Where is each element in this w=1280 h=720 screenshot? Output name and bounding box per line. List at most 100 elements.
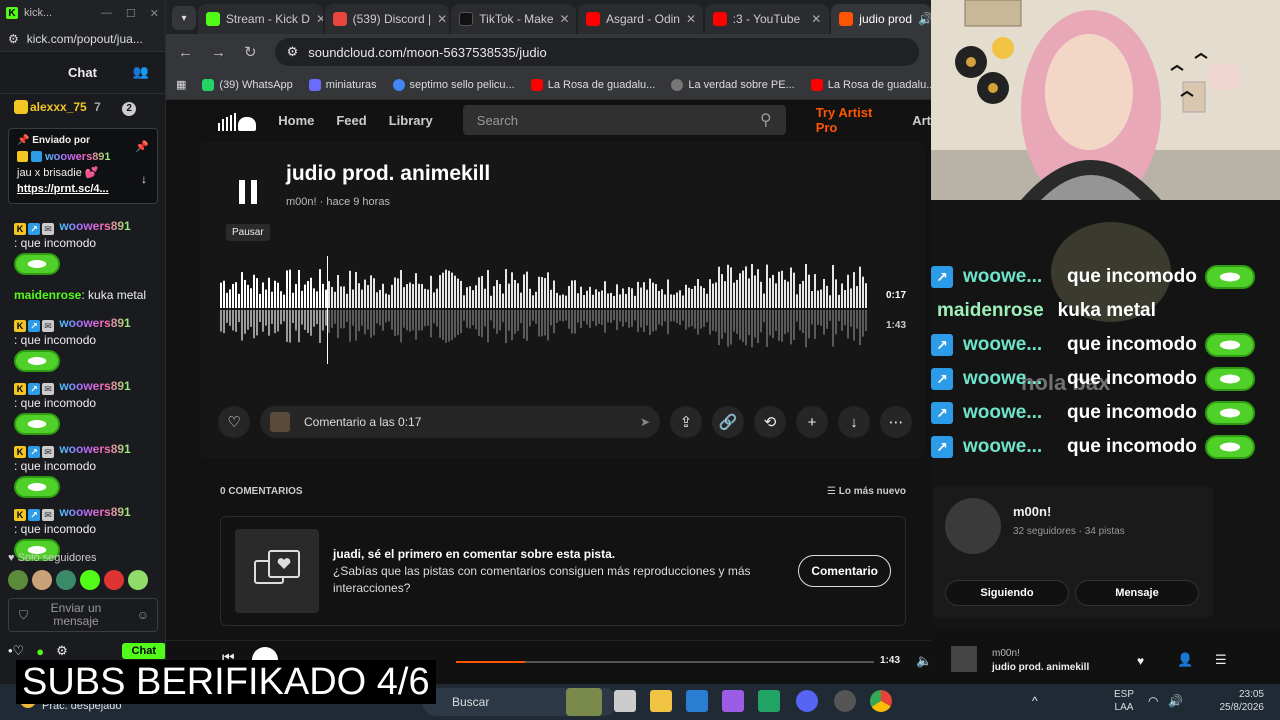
send-chat-button[interactable]: Chat xyxy=(121,643,165,659)
share-button[interactable]: ⇪ xyxy=(670,406,702,438)
close-icon[interactable]: ✕ xyxy=(150,7,159,20)
emote-icon[interactable] xyxy=(80,570,100,590)
pinned-link[interactable]: https://prnt.sc/4... xyxy=(17,183,109,195)
emoji-icon[interactable]: ☺ xyxy=(137,608,149,622)
bookmark-rosa-guadalupe[interactable]: La Rosa de guadalu... xyxy=(530,78,655,91)
tray-expand-icon[interactable]: ^ xyxy=(1032,694,1038,708)
like-icon[interactable]: ♥ xyxy=(1137,654,1144,668)
task-view-icon[interactable] xyxy=(614,690,636,712)
track-artist-time[interactable]: m00n! · hace 9 horas xyxy=(286,196,390,208)
language-indicator[interactable]: ESP LAA xyxy=(1114,688,1134,714)
now-playing-track[interactable]: judio prod. animekill xyxy=(992,662,1089,673)
close-tab-icon[interactable]: ✕ xyxy=(686,12,696,26)
bookmark-miniaturas[interactable]: miniaturas xyxy=(308,78,377,91)
minimize-icon[interactable]: — xyxy=(101,7,112,20)
points-icon[interactable]: •♡ xyxy=(8,643,24,659)
search-input[interactable]: Search ⚲ xyxy=(462,105,786,135)
address-bar[interactable]: ⚙ soundcloud.com/moon-5637538535/judio xyxy=(274,38,919,66)
chat-username[interactable]: woowers891 xyxy=(59,219,130,233)
pinned-username[interactable]: woowers891 xyxy=(45,151,110,163)
emote-icon[interactable] xyxy=(128,570,148,590)
site-info-icon[interactable]: ⚙ xyxy=(287,44,299,60)
artist-avatar[interactable] xyxy=(945,498,1001,554)
emote-icon[interactable] xyxy=(56,570,76,590)
tab-search-icon[interactable]: ▾ xyxy=(172,6,196,30)
users-icon[interactable]: 👥 xyxy=(133,64,149,80)
emote-icon[interactable] xyxy=(104,570,124,590)
nav-home[interactable]: Home xyxy=(278,113,314,128)
chat-username[interactable]: woowers891 xyxy=(59,505,130,519)
chrome-icon[interactable] xyxy=(870,690,892,712)
nav-library[interactable]: Library xyxy=(389,113,433,128)
site-settings-icon[interactable]: ⚙ xyxy=(8,32,19,46)
bookmark-verdad-sobre[interactable]: La verdad sobre PE... xyxy=(671,78,795,91)
following-button[interactable]: Siguiendo xyxy=(945,580,1069,606)
bookmark-septimo-sello[interactable]: septimo sello pelicu... xyxy=(392,78,515,91)
chat-username[interactable]: woowers891 xyxy=(59,379,130,393)
pin-icon[interactable]: 📌 xyxy=(135,139,149,155)
emote-icon[interactable] xyxy=(32,570,52,590)
copilot-icon[interactable] xyxy=(722,690,744,712)
forward-icon[interactable]: → xyxy=(211,44,226,61)
tab-soundcloud[interactable]: judio prod 🔊 xyxy=(831,4,931,34)
copy-link-button[interactable]: 🔗 xyxy=(712,406,744,438)
tab-asgard[interactable]: Asgard - Odin ✕ xyxy=(577,4,703,34)
word-icon[interactable] xyxy=(686,690,708,712)
more-button[interactable]: ⋯ xyxy=(880,406,912,438)
volume-tray-icon[interactable]: 🔊 xyxy=(1168,694,1183,708)
artist-name[interactable]: m00n! xyxy=(1013,504,1051,519)
green-coin-icon[interactable]: ● xyxy=(36,644,44,659)
sort-dropdown[interactable]: ☰ Lo más nuevo xyxy=(827,486,906,497)
download-button[interactable]: ↓ xyxy=(838,406,870,438)
wifi-icon[interactable]: ◠ xyxy=(1148,694,1158,708)
try-artist-pro-link[interactable]: Try Artist Pro xyxy=(816,105,891,135)
obs-icon[interactable] xyxy=(834,690,856,712)
comment-button[interactable]: Comentario xyxy=(798,555,891,587)
close-tab-icon[interactable]: ✕ xyxy=(316,12,323,26)
audio-icon[interactable]: 🔊 xyxy=(918,12,931,26)
reload-icon[interactable]: ↻ xyxy=(244,43,257,61)
nav-feed[interactable]: Feed xyxy=(336,113,366,128)
now-playing-artist[interactable]: m00n! xyxy=(992,648,1020,659)
like-button[interactable]: ♡ xyxy=(218,406,250,438)
tab-youtube[interactable]: :3 - YouTube ✕ xyxy=(704,4,830,34)
close-tab-icon[interactable]: ✕ xyxy=(560,12,570,26)
playback-progress[interactable] xyxy=(456,661,874,663)
chat-username[interactable]: maidenrose xyxy=(14,288,81,302)
repost-button[interactable]: ⟲ xyxy=(754,406,786,438)
pinned-message[interactable]: 📌 Enviado por woowers891 jau x brisadie … xyxy=(8,128,158,204)
comment-input[interactable]: Comentario a las 0:17 ➤ xyxy=(260,406,660,438)
volume-icon[interactable]: 🔈 xyxy=(916,653,931,669)
expand-arrow-icon[interactable]: ↓ xyxy=(141,171,147,187)
message-button[interactable]: Mensaje xyxy=(1075,580,1199,606)
chat-input[interactable]: ⛉ Enviar un mensaje ☺ xyxy=(8,598,158,632)
tab-tiktok[interactable]: TikTok - Make ✕ xyxy=(451,4,576,34)
kick-url-bar[interactable]: ⚙ kick.com/popout/jua... xyxy=(0,26,165,52)
add-to-playlist-button[interactable]: + xyxy=(796,406,828,438)
playhead[interactable] xyxy=(327,256,328,364)
follow-user-icon[interactable]: 👤 xyxy=(1177,652,1193,668)
back-icon[interactable]: ← xyxy=(178,44,193,61)
discord-icon[interactable] xyxy=(796,690,818,712)
close-tab-icon[interactable]: ✕ xyxy=(811,12,821,26)
tab-discord[interactable]: (539) Discord | ✕ xyxy=(324,4,450,34)
queue-icon[interactable]: ☰ xyxy=(1215,652,1227,668)
file-explorer-icon[interactable] xyxy=(650,690,672,712)
maximize-icon[interactable]: ☐ xyxy=(126,7,136,20)
tab-kick[interactable]: Stream - Kick D ✕ xyxy=(197,4,323,34)
search-icon[interactable]: ⚲ xyxy=(760,110,772,130)
emote-icon[interactable] xyxy=(8,570,28,590)
waveform[interactable] xyxy=(220,256,870,364)
send-icon[interactable]: ➤ xyxy=(640,415,650,429)
excel-icon[interactable] xyxy=(758,690,780,712)
clock[interactable]: 23:05 25/8/2026 xyxy=(1212,688,1265,714)
pause-button[interactable] xyxy=(222,166,274,218)
chat-username[interactable]: woowers891 xyxy=(59,442,130,456)
soundcloud-logo-icon[interactable] xyxy=(218,109,256,131)
apps-icon[interactable]: ▦ xyxy=(176,78,186,91)
nav-artists[interactable]: Art xyxy=(912,113,931,128)
settings-icon[interactable]: ⚙ xyxy=(56,643,68,659)
bookmark-rosa-guadalupe-2[interactable]: La Rosa de guadalu... xyxy=(810,78,931,91)
chat-username[interactable]: woowers891 xyxy=(59,316,130,330)
close-tab-icon[interactable]: ✕ xyxy=(437,12,447,26)
